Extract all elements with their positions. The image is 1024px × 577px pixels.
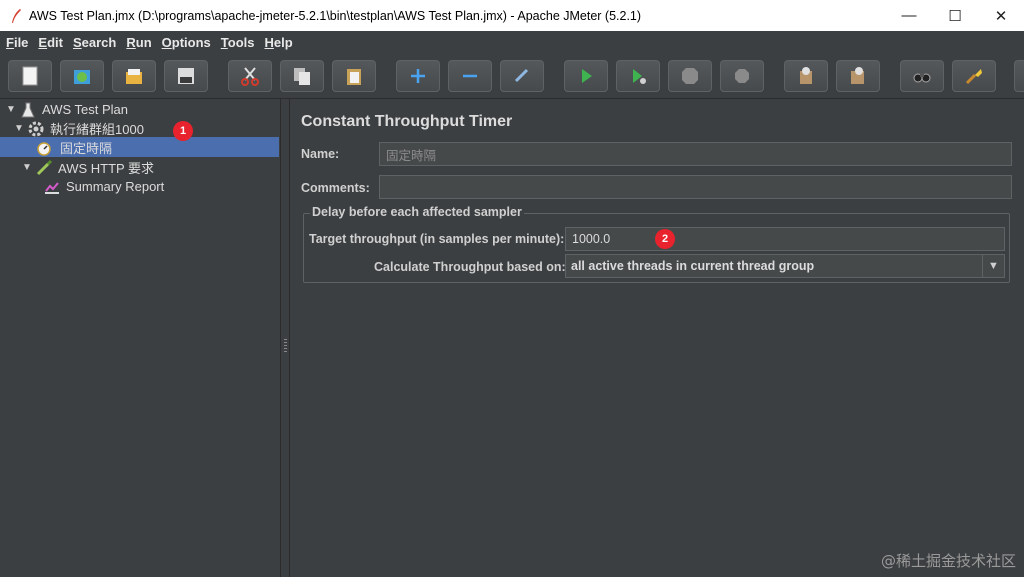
splitter-grip-icon[interactable]	[284, 339, 287, 353]
annotation-badge-2: 2	[655, 229, 675, 249]
shutdown-icon	[735, 69, 749, 83]
annotation-badge-1: 1	[173, 121, 193, 141]
function-helper-button[interactable]	[1014, 60, 1024, 92]
stop-icon	[682, 68, 698, 84]
tree-node-label: AWS HTTP 要求	[58, 161, 155, 176]
name-field[interactable]: 固定時隔	[379, 142, 1012, 166]
timer-config-panel: Constant Throughput Timer Name: 固定時隔 Com…	[291, 99, 1024, 577]
start-icon	[582, 69, 592, 83]
panel-splitter[interactable]	[281, 99, 290, 577]
comments-label: Comments:	[301, 181, 370, 195]
toolbar	[0, 53, 1024, 99]
calculate-throughput-select[interactable]: all active threads in current thread gro…	[565, 254, 1005, 278]
close-button[interactable]: ✕	[978, 0, 1024, 31]
paste-icon	[347, 69, 361, 85]
start-no-pauses-button[interactable]	[616, 60, 660, 92]
menu-tools[interactable]: Tools	[221, 35, 255, 50]
start-button[interactable]	[564, 60, 608, 92]
watermark: @稀土掘金技术社区	[880, 552, 1016, 570]
target-throughput-field[interactable]: 1000.0	[565, 227, 1005, 251]
start-no-pauses-icon	[633, 69, 646, 84]
templates-icon	[74, 70, 90, 84]
clear-all-icon	[851, 67, 864, 84]
expand-triangle-icon[interactable]: ▼	[22, 162, 32, 173]
title-bar: AWS Test Plan.jmx (D:\programs\apache-jm…	[0, 0, 1024, 31]
new-button[interactable]	[8, 60, 52, 92]
paste-button[interactable]	[332, 60, 376, 92]
expand-triangle-icon[interactable]: ▼	[14, 123, 24, 134]
new-icon	[22, 66, 38, 86]
save-button[interactable]	[164, 60, 208, 92]
stopwatch-icon	[35, 139, 53, 157]
toggle-icon	[514, 68, 529, 83]
copy-button[interactable]	[280, 60, 324, 92]
shutdown-button[interactable]	[720, 60, 764, 92]
menu-help[interactable]: Help	[264, 35, 292, 50]
search-button[interactable]	[900, 60, 944, 92]
tree-node-test-plan[interactable]: ▼ AWS Test Plan	[6, 100, 128, 119]
test-plan-tree: ▼ AWS Test Plan ▼ 執行緒群組1000 固定時隔 ▼ AWS H…	[0, 99, 281, 577]
calculate-throughput-label: Calculate Throughput based on:	[374, 260, 566, 274]
menu-run[interactable]: Run	[126, 35, 151, 50]
minimize-button[interactable]: —	[886, 0, 932, 31]
name-label: Name:	[301, 147, 340, 161]
tree-node-label: 執行緒群組1000	[50, 122, 144, 137]
expand-all-button[interactable]	[396, 60, 440, 92]
menu-edit[interactable]: Edit	[38, 35, 63, 50]
reset-search-icon	[965, 69, 982, 85]
stop-button[interactable]	[668, 60, 712, 92]
tree-node-http-request[interactable]: ▼ AWS HTTP 要求	[22, 158, 154, 177]
jmeter-feather-icon	[9, 8, 23, 24]
chart-icon	[43, 178, 61, 196]
menu-options[interactable]: Options	[162, 35, 211, 50]
cut-icon	[241, 67, 259, 86]
comments-field[interactable]	[379, 175, 1012, 199]
maximize-button[interactable]: ☐	[932, 0, 978, 31]
clear-icon	[800, 67, 812, 84]
flask-icon	[19, 101, 37, 119]
tree-node-timer[interactable]: 固定時隔	[35, 138, 115, 157]
open-button[interactable]	[112, 60, 156, 92]
clear-all-button[interactable]	[836, 60, 880, 92]
menu-search[interactable]: Search	[73, 35, 116, 50]
collapse-all-button[interactable]	[448, 60, 492, 92]
collapse-icon	[463, 74, 477, 78]
panel-title: Constant Throughput Timer	[301, 113, 513, 130]
menu-file[interactable]: File	[6, 35, 28, 50]
save-icon	[178, 68, 194, 84]
copy-icon	[294, 68, 310, 85]
toggle-button[interactable]	[500, 60, 544, 92]
expand-triangle-icon[interactable]: ▼	[6, 104, 16, 115]
dropdown-arrow-icon[interactable]: ▼	[982, 255, 1004, 277]
open-icon	[126, 69, 142, 84]
window-title: AWS Test Plan.jmx (D:\programs\apache-jm…	[29, 8, 642, 23]
search-icon	[913, 73, 931, 83]
cut-button[interactable]	[228, 60, 272, 92]
expand-icon	[411, 69, 425, 83]
reset-search-button[interactable]	[952, 60, 996, 92]
tree-node-label: 固定時隔	[58, 138, 115, 157]
tree-node-label: AWS Test Plan	[42, 102, 128, 117]
tree-node-thread-group[interactable]: ▼ 執行緒群組1000	[14, 119, 144, 138]
tree-node-label: Summary Report	[66, 179, 165, 194]
delay-group-title: Delay before each affected sampler	[310, 205, 524, 219]
gear-icon	[27, 120, 45, 138]
select-value: all active threads in current thread gro…	[571, 259, 815, 273]
clear-button[interactable]	[784, 60, 828, 92]
target-throughput-label: Target throughput (in samples per minute…	[309, 232, 565, 246]
templates-button[interactable]	[60, 60, 104, 92]
tree-node-summary-report[interactable]: Summary Report	[43, 177, 164, 196]
pipette-icon	[35, 159, 53, 177]
menu-bar: File Edit Search Run Options Tools Help	[0, 31, 1024, 53]
